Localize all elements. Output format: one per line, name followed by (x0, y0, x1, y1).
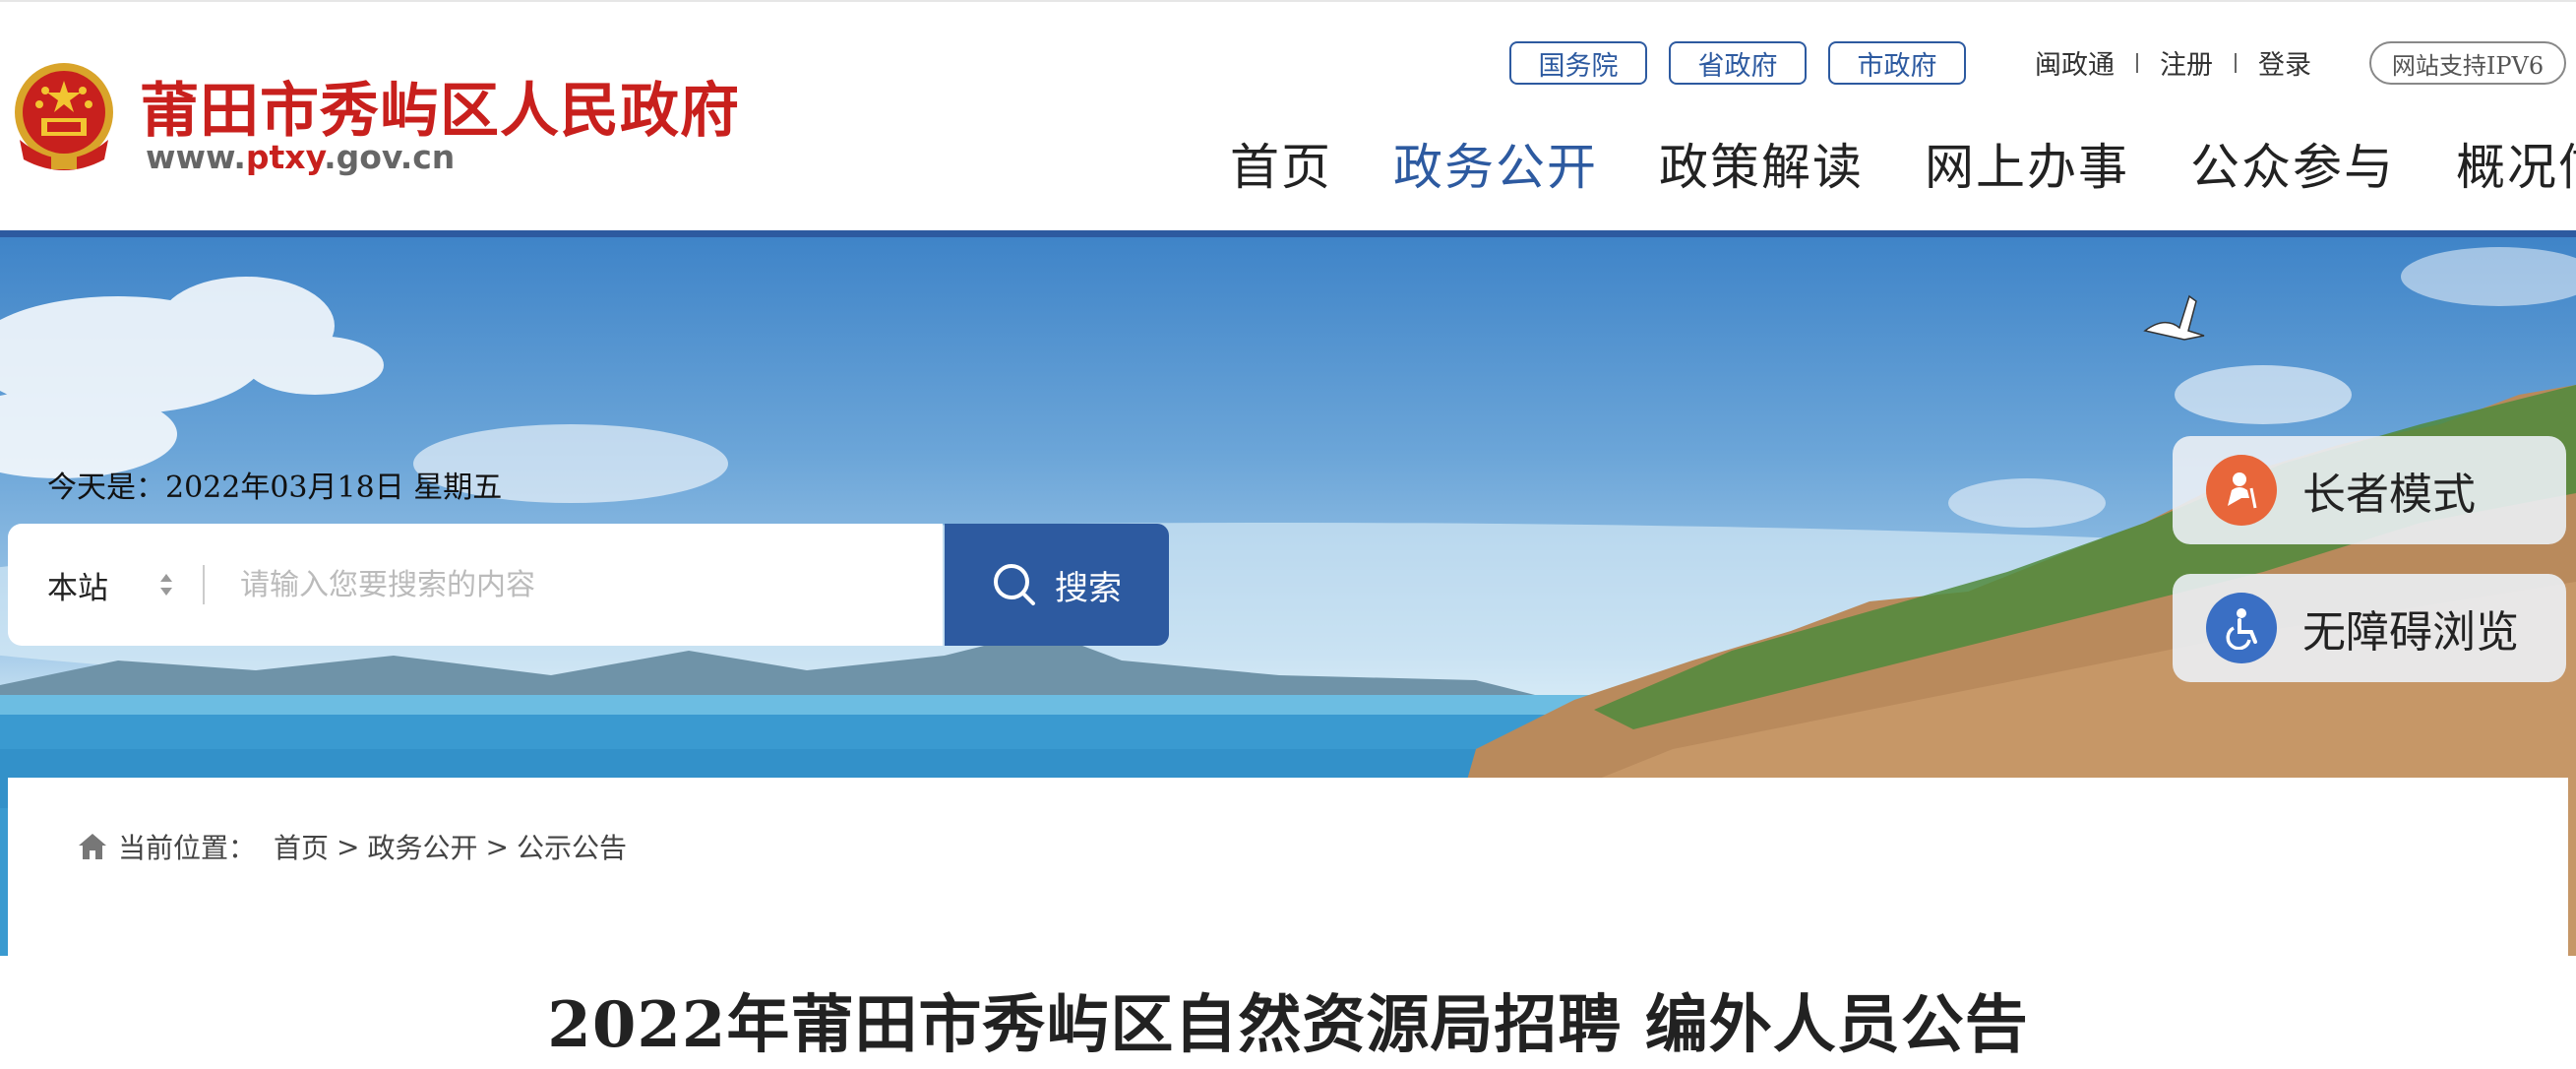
search-scope-select[interactable]: 本站 (47, 563, 108, 607)
user-links: 闽政通 注册 登录 (2035, 43, 2311, 82)
nav-overview[interactable]: 概况信息 (2456, 128, 2576, 199)
breadcrumb-government-affairs[interactable]: 政务公开 (368, 827, 478, 866)
current-date: 今天是：2022年03月18日 星期五 (47, 471, 503, 505)
elder-mode-button[interactable]: 长者模式 (2173, 436, 2566, 544)
elder-icon (2206, 455, 2277, 526)
header-divider (0, 230, 2576, 237)
site-url-highlight: ptxy (245, 138, 325, 176)
divider (2235, 52, 2237, 73)
home-icon (79, 834, 106, 859)
gov-link-state-council[interactable]: 国务院 (1509, 41, 1647, 85)
site-header: 莆田市秀屿区人民政府 www.ptxy.gov.cn 国务院 省政府 市政府 闽… (0, 0, 2576, 232)
register-link[interactable]: 注册 (2160, 43, 2213, 82)
site-url-suffix: .gov.cn (324, 138, 456, 176)
search-icon (994, 564, 1035, 605)
accessible-browse-button[interactable]: 无障碍浏览 (2173, 574, 2566, 682)
ipv6-badge: 网站支持IPV6 (2369, 41, 2566, 85)
site-url[interactable]: www.ptxy.gov.cn (146, 138, 455, 176)
accessible-browse-label: 无障碍浏览 (2302, 607, 2519, 658)
nav-public-participation[interactable]: 公众参与 (2190, 128, 2395, 199)
search-button[interactable]: 搜索 (945, 524, 1169, 646)
seagull-icon (2143, 294, 2205, 341)
breadcrumb-label: 当前位置： (118, 832, 257, 864)
breadcrumb-separator: > (485, 830, 509, 863)
nav-policy-interpretation[interactable]: 政策解读 (1659, 128, 1864, 199)
search-input[interactable] (240, 567, 870, 602)
wheelchair-icon (2206, 593, 2277, 663)
site-name[interactable]: 莆田市秀屿区人民政府 (140, 63, 740, 149)
gov-links: 国务院 省政府 市政府 (1509, 41, 1966, 85)
nav-home[interactable]: 首页 (1230, 128, 1332, 199)
divider (203, 565, 205, 604)
login-link[interactable]: 登录 (2258, 43, 2311, 82)
gov-link-province[interactable]: 省政府 (1669, 41, 1807, 85)
divider (2136, 52, 2138, 73)
elder-mode-label: 长者模式 (2302, 470, 2476, 520)
search-bar: 本站 (8, 524, 943, 646)
breadcrumb-home[interactable]: 首页 (274, 827, 329, 866)
gov-link-city[interactable]: 市政府 (1828, 41, 1966, 85)
article-title: 2022年莆田市秀屿区自然资源局招聘 编外人员公告 (547, 988, 2029, 1062)
national-emblem-icon[interactable] (10, 61, 118, 177)
nav-online-services[interactable]: 网上办事 (1925, 128, 2129, 199)
sort-arrows-icon[interactable] (157, 570, 175, 599)
main-nav: 首页 政务公开 政策解读 网上办事 公众参与 概况信息 (1230, 128, 2576, 199)
site-url-prefix: www. (146, 138, 246, 176)
article-panel: 当前位置： 首页 > 政务公开 > 公示公告 2022年莆田市秀屿区自然资源局招… (8, 778, 2568, 1069)
nav-government-affairs[interactable]: 政务公开 (1393, 128, 1598, 199)
breadcrumb-separator: > (337, 830, 360, 863)
breadcrumb-announcements[interactable]: 公示公告 (517, 827, 627, 866)
search-button-label: 搜索 (1055, 568, 1122, 608)
breadcrumb: 当前位置： 首页 > 政务公开 > 公示公告 (77, 827, 627, 866)
minzhengtong-link[interactable]: 闽政通 (2035, 43, 2115, 82)
